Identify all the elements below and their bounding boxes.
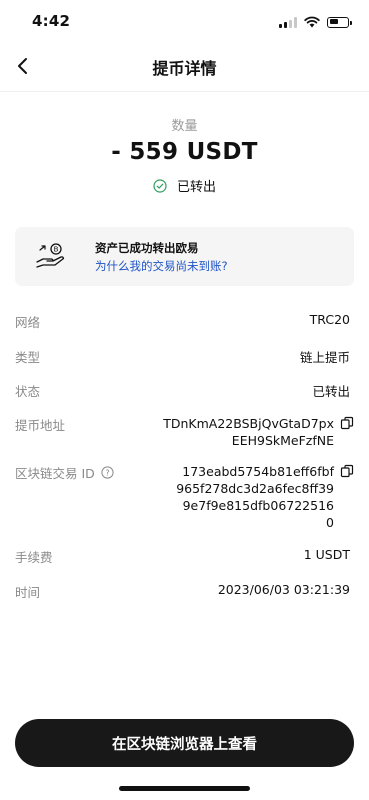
amount-value: - 559 USDT <box>111 139 258 165</box>
header-divider <box>0 91 369 92</box>
copy-address-icon[interactable] <box>340 416 354 430</box>
help-icon[interactable]: ? <box>101 466 114 479</box>
transfer-status: 已转出 <box>0 176 369 195</box>
status-time: 4:42 <box>32 12 71 30</box>
wifi-icon <box>304 16 320 28</box>
check-circle-icon <box>153 178 167 193</box>
txid-label-text: 区块链交易 ID <box>15 466 95 481</box>
svg-text:?: ? <box>105 468 109 477</box>
notice-card: B 资产已成功转出欧易 为什么我的交易尚未到账? <box>15 227 354 286</box>
txid-value: 173eabd5754b81eff6fbf965f278dc3d2a6fec8f… <box>176 464 334 530</box>
time-label: 时间 <box>15 585 41 600</box>
type-value: 链上提币 <box>299 350 350 365</box>
notice-title: 资产已成功转出欧易 <box>95 241 199 255</box>
status-bar: 4:42 <box>0 0 369 44</box>
txid-label: 区块链交易 ID ? <box>15 463 114 482</box>
nav-bar: 提币详情 <box>0 44 369 90</box>
amount-label: 数量 <box>171 119 198 134</box>
network-value: TRC20 <box>309 312 350 327</box>
network-label: 网络 <box>15 315 41 330</box>
signal-icon <box>279 16 297 28</box>
status-icons <box>279 16 352 28</box>
state-value: 已转出 <box>312 384 350 399</box>
address-label: 提币地址 <box>15 418 66 433</box>
time-value: 2023/06/03 03:21:39 <box>217 582 350 597</box>
hand-coin-icon: B <box>36 243 65 268</box>
state-label: 状态 <box>15 384 41 399</box>
address-value: TDnKmA22BSBjQvGtaD7pxEEH9SkMeFzfNE <box>163 416 334 448</box>
transfer-status-text: 已转出 <box>176 180 216 195</box>
type-label: 类型 <box>15 350 41 365</box>
copy-txid-icon[interactable] <box>340 464 354 478</box>
why-not-arrived-link[interactable]: 为什么我的交易尚未到账? <box>95 258 228 274</box>
view-on-explorer-button[interactable]: 在区块链浏览器上查看 <box>15 719 354 767</box>
fee-label: 手续费 <box>15 550 53 565</box>
fee-value: 1 USDT <box>303 547 350 562</box>
page-title: 提币详情 <box>152 59 217 78</box>
home-indicator <box>119 786 250 791</box>
svg-text:B: B <box>54 246 59 254</box>
battery-icon <box>327 16 352 28</box>
